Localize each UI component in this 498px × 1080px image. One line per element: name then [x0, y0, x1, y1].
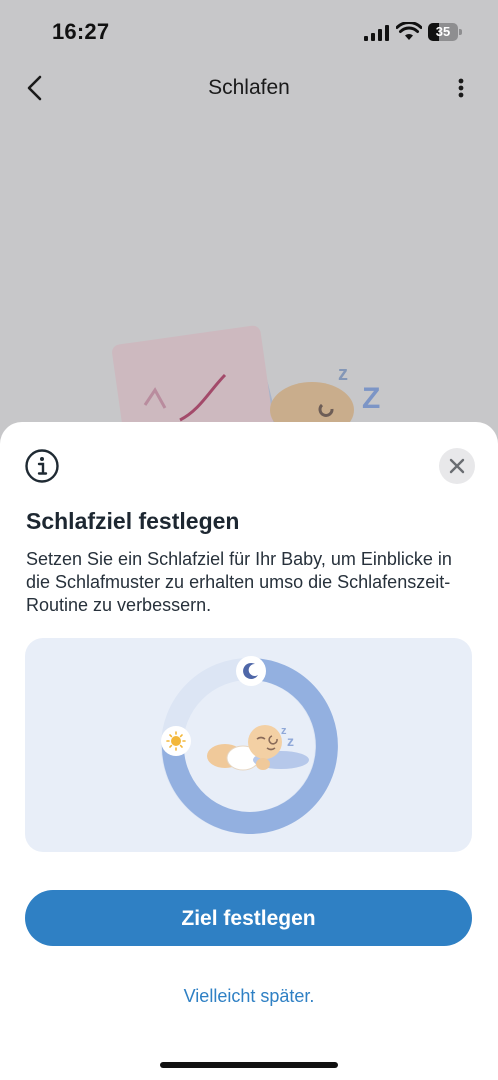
goal-bottom-sheet: Schlafziel festlegen Setzen Sie ein Schl… — [0, 422, 498, 1080]
sleep-goal-illustration: z z — [25, 638, 472, 852]
svg-text:z: z — [287, 733, 294, 749]
nav-bar: Schlafen — [0, 64, 498, 114]
home-indicator — [160, 1062, 338, 1068]
battery-icon: 35 — [428, 23, 462, 41]
page-title: Schlafen — [208, 76, 290, 99]
close-button[interactable] — [439, 448, 475, 484]
info-icon — [25, 449, 59, 483]
cellular-signal-icon — [364, 25, 389, 41]
more-vertical-icon — [458, 78, 464, 98]
set-goal-button[interactable]: Ziel festlegen — [25, 890, 472, 946]
more-options-button[interactable] — [446, 70, 476, 106]
status-time: 16:27 — [52, 19, 110, 44]
sheet-description: Setzen Sie ein Schlafziel für Ihr Baby, … — [26, 549, 452, 615]
wifi-icon — [396, 22, 422, 40]
close-icon — [449, 458, 465, 474]
sun-icon — [161, 726, 191, 756]
sleep-z-small: z — [338, 363, 348, 385]
maybe-later-link[interactable]: Vielleicht später. — [0, 986, 498, 1007]
sleep-ring-illustration: z z — [161, 656, 338, 834]
background-sleep-illustration: z Z — [112, 325, 380, 430]
sleep-z-large: Z — [362, 382, 380, 415]
status-bar: 16:27 35 — [0, 0, 498, 64]
moon-icon — [236, 656, 266, 686]
sheet-title: Schlafziel festlegen — [26, 508, 240, 534]
battery-level: 35 — [435, 24, 451, 39]
